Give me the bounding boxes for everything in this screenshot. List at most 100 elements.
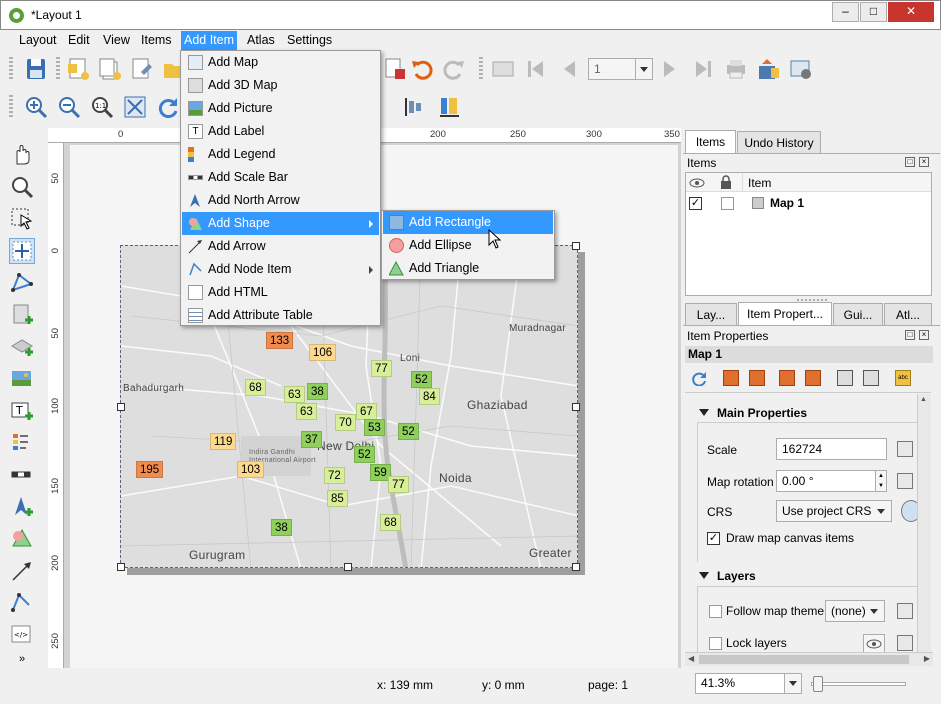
aqi-marker[interactable]: 77 [371,360,392,377]
last-feature-icon[interactable] [690,56,716,82]
add-label-tool-icon[interactable]: T [9,398,35,424]
aqi-marker[interactable]: 85 [327,490,348,507]
menu-item-add-north-arrow[interactable]: Add North Arrow [182,189,379,212]
zoom-dropdown[interactable] [784,673,802,694]
menu-item-add-rectangle[interactable]: Add Rectangle [383,211,553,234]
aqi-marker[interactable]: 63 [284,386,305,403]
zoom-tool-icon[interactable] [9,174,35,200]
data-defined-override-icon[interactable] [897,635,913,651]
add-map-tool-icon[interactable] [9,302,35,328]
resize-handle[interactable] [344,563,352,571]
add-legend-tool-icon[interactable] [9,430,35,456]
view-extent-icon[interactable] [749,370,765,386]
menu-item-add-picture[interactable]: Add Picture [182,97,379,120]
refresh-icon[interactable] [155,94,181,120]
menu-item-add-arrow[interactable]: Add Arrow [182,235,379,258]
zoom-out-icon[interactable] [56,94,82,120]
label-settings-icon[interactable]: abc [895,370,911,386]
menu-item-add-triangle[interactable]: Add Triangle [383,257,553,280]
atlas-preview-icon[interactable] [490,56,516,82]
scale-input[interactable]: 162724 [776,438,887,460]
close-panel-icon[interactable]: × [919,330,929,340]
zoom-in-icon[interactable] [23,94,49,120]
edit-nodes-icon[interactable] [9,270,35,296]
menu-items[interactable]: Items [138,31,175,50]
zoom-full-icon[interactable] [122,94,148,120]
aqi-marker[interactable]: 133 [266,332,294,349]
float-panel-icon[interactable]: □ [905,330,915,340]
aqi-marker[interactable]: 52 [354,446,375,463]
aqi-marker[interactable]: 72 [324,467,345,484]
maximize-button[interactable]: □ [860,2,887,22]
aqi-marker[interactable]: 77 [388,476,409,493]
close-panel-icon[interactable]: × [919,157,929,167]
tab-item-properties[interactable]: Item Propert... [738,302,832,325]
add-picture-tool-icon[interactable] [9,366,35,392]
aqi-marker[interactable]: 119 [210,433,237,450]
resize-handle[interactable] [117,563,125,571]
atlas-settings-icon[interactable] [788,56,814,82]
layer-visibility-eye-icon[interactable] [863,634,885,652]
add-html-tool-icon[interactable]: </> [9,622,35,648]
aqi-marker[interactable]: 68 [245,379,266,396]
aqi-marker[interactable]: 103 [237,461,265,478]
draw-canvas-checkbox[interactable]: ✓ [707,532,720,545]
item-row-name[interactable]: Map 1 [770,196,804,210]
aqi-marker[interactable]: 53 [364,419,385,436]
add-north-arrow-tool-icon[interactable] [9,494,35,520]
menu-item-add-scale-bar[interactable]: Add Scale Bar [182,166,379,189]
atlas-page-dropdown[interactable] [635,58,653,80]
menu-item-add-3d-map[interactable]: Add 3D Map [182,74,379,97]
atlas-page-select[interactable]: 1 [588,58,636,80]
aqi-marker[interactable]: 106 [309,344,337,361]
resize-handle[interactable] [572,563,580,571]
layout-manager-icon[interactable] [129,56,155,82]
main-properties-section[interactable]: Main Properties [699,406,807,420]
add-scalebar-tool-icon[interactable] [9,462,35,488]
menu-item-add-ellipse[interactable]: Add Ellipse [383,234,553,257]
zoom-slider[interactable] [811,682,906,686]
menu-item-add-html[interactable]: Add HTML [182,281,379,304]
map-theme-select[interactable]: (none) [825,600,885,622]
aqi-marker[interactable]: 84 [419,388,440,405]
float-panel-icon[interactable]: □ [905,157,915,167]
redo-icon[interactable] [441,56,467,82]
menu-item-add-shape[interactable]: Add Shape [182,212,379,235]
rotation-spinner-icon[interactable]: ▲ ▼ [875,470,887,492]
add-arrow-tool-icon[interactable] [9,558,35,584]
tab-items[interactable]: Items [685,130,736,153]
menu-item-add-legend[interactable]: Add Legend [182,143,379,166]
tab-atlas[interactable]: Atl... [884,303,932,326]
menu-item-add-node-item[interactable]: Add Node Item [182,258,379,281]
aqi-marker[interactable]: 38 [307,383,328,400]
duplicate-layout-icon[interactable] [97,56,123,82]
zoom-level-input[interactable]: 41.3% [695,673,785,694]
distribute-icon[interactable] [437,94,463,120]
menu-settings[interactable]: Settings [284,31,335,50]
set-scale-icon[interactable] [779,370,795,386]
set-extent-icon[interactable] [723,370,739,386]
properties-h-scrollbar[interactable]: ◀ ▶ [685,652,933,666]
aqi-marker[interactable]: 68 [380,514,401,531]
tab-undo-history[interactable]: Undo History [737,131,821,154]
menu-atlas[interactable]: Atlas [244,31,278,50]
next-feature-icon[interactable] [657,56,683,82]
bookmarks-icon[interactable] [837,370,853,386]
aqi-marker[interactable]: 67 [356,403,377,420]
align-icon[interactable] [401,94,427,120]
menu-edit[interactable]: Edit [65,31,93,50]
properties-scrollbar[interactable]: ▲ [917,394,931,654]
data-defined-override-icon[interactable] [897,603,913,619]
labeling-settings-icon[interactable] [863,370,879,386]
item-visible-checkbox[interactable]: ✓ [689,197,702,210]
zoom-slider-handle[interactable] [813,676,823,692]
aqi-marker[interactable]: 195 [136,461,164,478]
close-button[interactable]: ✕ [888,2,934,22]
resize-handle[interactable] [572,242,580,250]
menu-item-add-attribute-table[interactable]: Add Attribute Table [182,304,379,327]
print-atlas-icon[interactable] [723,56,749,82]
aqi-marker[interactable]: 52 [398,423,419,440]
undo-icon[interactable] [409,56,435,82]
new-layout-icon[interactable] [65,56,91,82]
tab-layout[interactable]: Lay... [685,303,737,326]
